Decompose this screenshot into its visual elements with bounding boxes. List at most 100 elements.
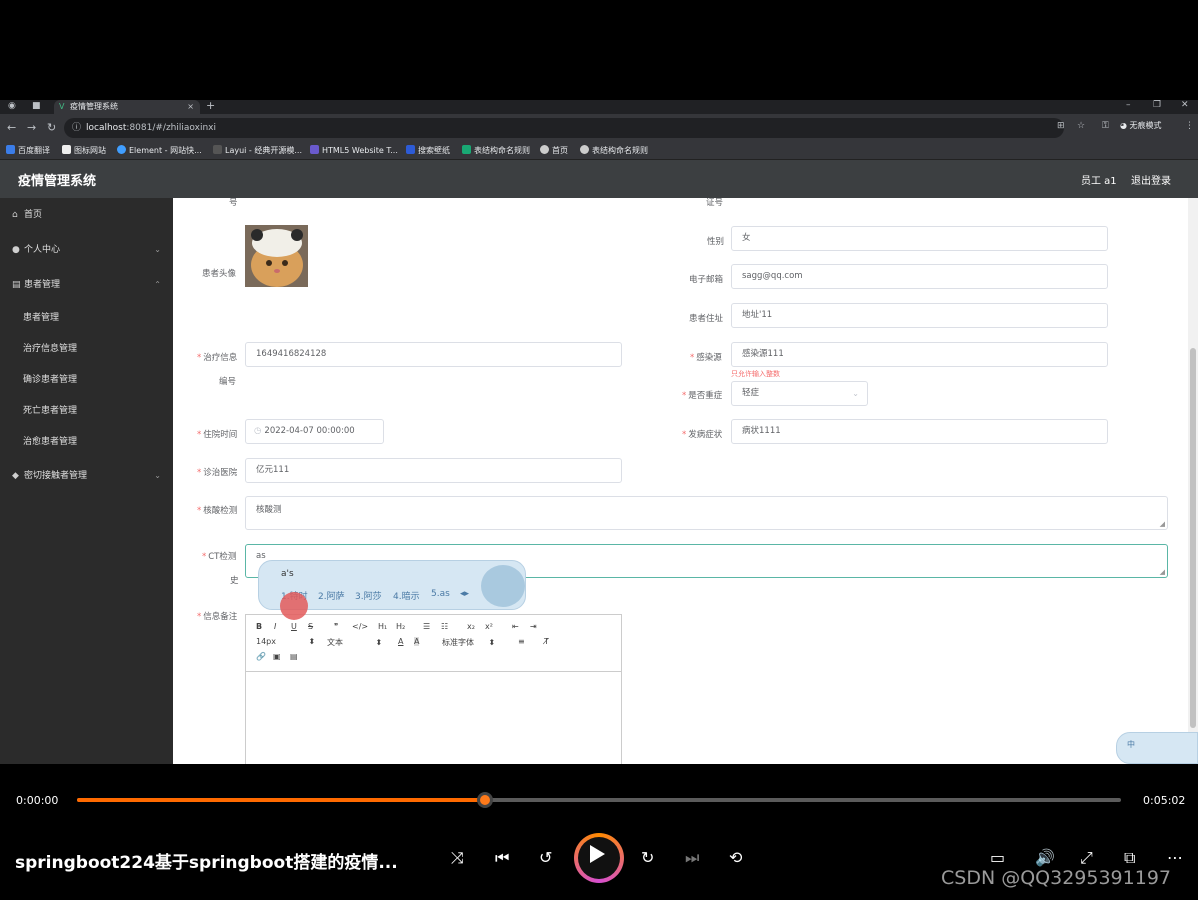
- ordered-list-button[interactable]: ☰: [423, 622, 430, 631]
- sidebar-item-contacts[interactable]: ◆ 密切接触者管理 ⌄: [0, 461, 173, 491]
- treatment-no-field[interactable]: 1649416824128: [245, 342, 622, 367]
- bookmark-item[interactable]: 首页: [540, 145, 568, 156]
- sidebar-subitem-patients[interactable]: 患者管理: [0, 304, 173, 332]
- outdent-button[interactable]: ⇤: [512, 622, 519, 631]
- url-host: localhost: [86, 123, 127, 133]
- menu-icon[interactable]: ⋮: [1185, 121, 1194, 131]
- form-area: 号 证号 患者头像 性别 女 电子邮箱 sagg@qq.com 患者住址 地址'…: [173, 198, 1188, 764]
- image-icon[interactable]: ▣: [273, 652, 281, 661]
- bookmark-item[interactable]: HTML5 Website T...: [310, 145, 398, 155]
- play-button[interactable]: [574, 833, 624, 883]
- bookmark-item[interactable]: 图标网站: [62, 145, 106, 156]
- sidebar-subitem-dead[interactable]: 死亡患者管理: [0, 397, 173, 425]
- code-button[interactable]: </>: [352, 622, 368, 631]
- admit-time-picker[interactable]: ◷ 2022-04-07 00:00:00: [245, 419, 384, 444]
- font-color-button[interactable]: A: [398, 637, 403, 646]
- ime-candidate[interactable]: 2.阿萨: [318, 589, 345, 602]
- resize-grip-icon[interactable]: ◢: [1160, 568, 1165, 576]
- ime-candidate[interactable]: 3.阿莎: [355, 589, 382, 602]
- strike-button[interactable]: S: [308, 622, 313, 631]
- bookmark-item[interactable]: 百度翻译: [6, 145, 50, 156]
- indent-button[interactable]: ⇥: [530, 622, 537, 631]
- ime-candidate[interactable]: 4.暗示: [393, 589, 420, 602]
- sidebar-subitem-cured[interactable]: 治愈患者管理: [0, 428, 173, 456]
- logout-link[interactable]: 退出登录: [1131, 172, 1171, 187]
- repeat-icon[interactable]: ⟲: [729, 848, 742, 867]
- key-icon[interactable]: ⚿: [1102, 121, 1109, 131]
- superscript-button[interactable]: x²: [485, 622, 493, 631]
- bookmark-item[interactable]: Layui - 经典开源模...: [213, 145, 302, 156]
- underline-button[interactable]: U: [291, 622, 297, 631]
- sidebar-item-patient-mgmt[interactable]: ▤ 患者管理 ⌃: [0, 270, 173, 300]
- quote-button[interactable]: ❞: [334, 622, 338, 631]
- h2-button[interactable]: H₂: [396, 622, 405, 631]
- link-icon[interactable]: 🔗: [256, 652, 266, 661]
- gender-field[interactable]: 女: [731, 226, 1108, 251]
- rewind-10-icon[interactable]: ↺: [539, 848, 552, 867]
- profile-incognito[interactable]: ◕ 无痕模式: [1120, 120, 1162, 131]
- rich-text-editor[interactable]: B I U S ❞ </> H₁ H₂ ☰ ☷ x₂ x² ⇤ ⇥ 14px ⬍…: [245, 614, 622, 764]
- symptom-field[interactable]: 病状1111: [731, 419, 1108, 444]
- bg-color-button[interactable]: A: [414, 637, 420, 646]
- address-field[interactable]: 地址'11: [731, 303, 1108, 328]
- sidebar-item-profile[interactable]: ● 个人中心 ⌄: [0, 235, 173, 265]
- bold-button[interactable]: B: [256, 622, 262, 631]
- bookmark-item[interactable]: Element - 网站快...: [117, 145, 202, 156]
- text-type-select[interactable]: 文本 ⬍: [327, 637, 382, 648]
- ime-candidate[interactable]: 5.as: [431, 589, 450, 599]
- bookmark-star-icon[interactable]: ☆: [1077, 121, 1085, 131]
- patient-avatar[interactable]: [245, 225, 308, 287]
- bullet-list-button[interactable]: ☷: [441, 622, 448, 631]
- shuffle-icon[interactable]: ⤨: [451, 848, 464, 868]
- ime-status-bar[interactable]: 中: [1116, 732, 1198, 764]
- source-field[interactable]: 感染源111: [731, 342, 1108, 367]
- close-window-icon[interactable]: ✕: [1181, 100, 1189, 110]
- sidebar-subitem-confirmed[interactable]: 确诊患者管理: [0, 366, 173, 394]
- scrollbar-thumb[interactable]: [1190, 348, 1196, 728]
- pip-icon[interactable]: ⧉: [1124, 848, 1135, 868]
- video-icon[interactable]: ▤: [290, 652, 298, 661]
- hospital-field[interactable]: 亿元111: [245, 458, 622, 483]
- back-icon[interactable]: ←: [7, 121, 16, 134]
- bookmark-item[interactable]: 表结构命名规则: [462, 145, 530, 156]
- clear-format-button[interactable]: T̸: [544, 637, 549, 646]
- bookmark-item[interactable]: 搜索壁纸: [406, 145, 450, 156]
- resize-grip-icon[interactable]: ◢: [1160, 520, 1165, 528]
- forward-30-icon[interactable]: ↻: [641, 848, 654, 867]
- previous-icon[interactable]: ⏮: [495, 848, 509, 868]
- seek-handle[interactable]: [477, 792, 494, 808]
- sidebar-subitem-treatment[interactable]: 治疗信息管理: [0, 335, 173, 363]
- sidebar-item-home[interactable]: ⌂ 首页: [0, 200, 173, 230]
- app-title: 疫情管理系统: [18, 174, 97, 189]
- align-button[interactable]: ≡: [518, 637, 525, 646]
- subscript-button[interactable]: x₂: [467, 622, 475, 631]
- page-scrollbar[interactable]: [1188, 198, 1198, 764]
- translate-icon[interactable]: ⊞: [1057, 121, 1065, 131]
- new-tab-icon[interactable]: +: [206, 100, 215, 112]
- italic-button[interactable]: I: [274, 622, 276, 631]
- nucleic-textarea[interactable]: 核酸测 ◢: [245, 496, 1168, 530]
- bookmark-item[interactable]: 表结构命名规则: [580, 145, 648, 156]
- seek-bar[interactable]: [77, 798, 1121, 802]
- tab-search-icon[interactable]: ■: [32, 101, 41, 111]
- volume-icon[interactable]: 🔊: [1035, 848, 1055, 867]
- close-tab-icon[interactable]: ×: [187, 100, 194, 114]
- minimize-icon[interactable]: –: [1126, 100, 1131, 110]
- fullscreen-icon[interactable]: ⤢: [1080, 848, 1093, 868]
- reload-icon[interactable]: ↻: [47, 121, 56, 134]
- h1-button[interactable]: H₁: [378, 622, 387, 631]
- font-size-select[interactable]: 14px ⬍: [256, 637, 315, 646]
- element-icon: [117, 145, 126, 154]
- subtitles-icon[interactable]: ▭: [990, 848, 1005, 867]
- more-icon[interactable]: ⋯: [1167, 848, 1183, 867]
- url-field[interactable]: ⓘ localhost:8081/#/zhiliaoxinxi: [64, 118, 1064, 138]
- forward-icon[interactable]: →: [27, 121, 36, 134]
- tab-active[interactable]: V 疫情管理系统 ×: [54, 100, 200, 114]
- email-field[interactable]: sagg@qq.com: [731, 264, 1108, 289]
- site-info-icon[interactable]: ⓘ: [72, 118, 81, 138]
- ime-page-arrows-icon[interactable]: ◂▸: [460, 589, 469, 599]
- font-family-select[interactable]: 标准字体 ⬍: [442, 637, 495, 648]
- severe-select[interactable]: 轻症 ⌄: [731, 381, 868, 406]
- maximize-icon[interactable]: ❐: [1153, 100, 1161, 110]
- next-icon[interactable]: ⏭: [685, 848, 699, 868]
